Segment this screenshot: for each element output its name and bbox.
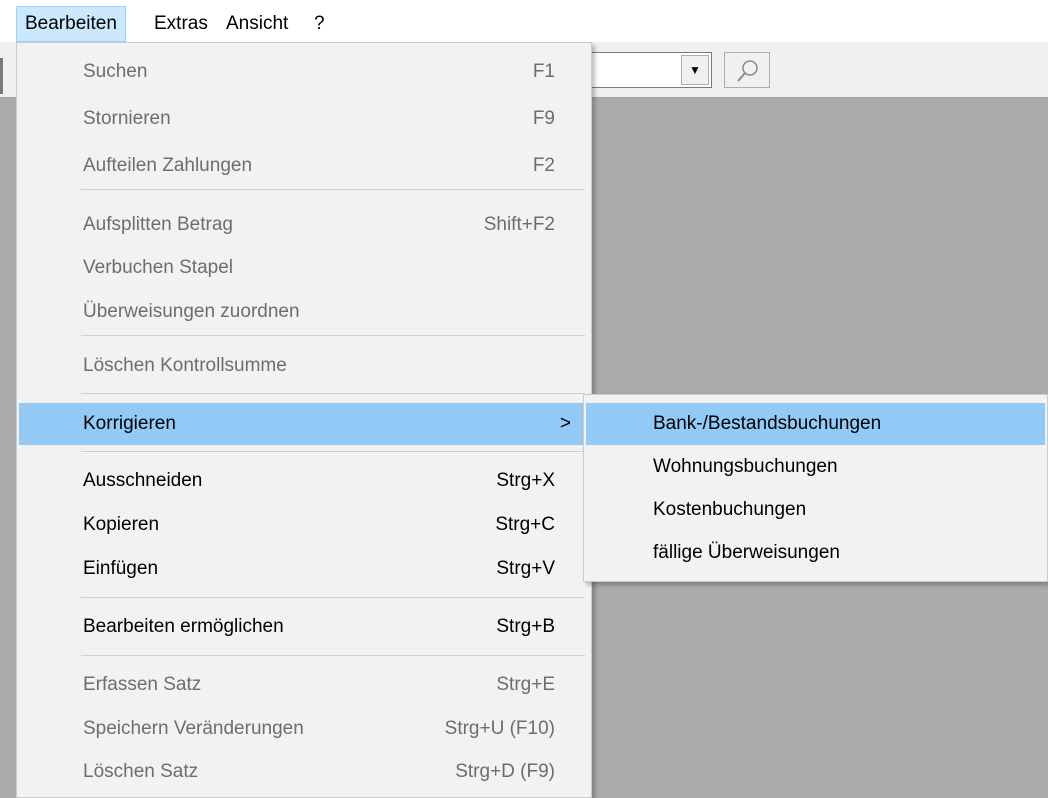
menu-item-speichern-veraenderungen[interactable]: Speichern Veränderungen Strg+U (F10): [19, 708, 589, 750]
search-button[interactable]: [724, 52, 770, 88]
menu-item-bearbeiten-ermoeglichen[interactable]: Bearbeiten ermöglichen Strg+B: [19, 606, 589, 648]
menu-item-label: Löschen Satz: [83, 761, 199, 782]
submenu-item-faellige-ueberweisungen[interactable]: fällige Überweisungen: [586, 532, 1045, 574]
korrigieren-submenu: Bank-/Bestandsbuchungen Wohnungsbuchunge…: [583, 394, 1048, 582]
submenu-item-label: fällige Überweisungen: [653, 542, 840, 563]
toolbar-combobox[interactable]: ▼: [590, 52, 712, 88]
chevron-right-icon: >: [559, 413, 571, 434]
menu-bearbeiten[interactable]: Bearbeiten: [16, 6, 126, 42]
menu-item-loeschen-kontrollsumme[interactable]: Löschen Kontrollsumme: [19, 345, 589, 387]
submenu-item-label: Wohnungsbuchungen: [653, 456, 838, 477]
menu-item-shortcut: F1: [532, 61, 555, 82]
menu-item-shortcut: F2: [532, 155, 555, 176]
menu-item-shortcut: F9: [532, 108, 555, 129]
menu-item-shortcut: Strg+B: [496, 616, 555, 637]
menu-item-ausschneiden[interactable]: Ausschneiden Strg+X: [19, 460, 589, 502]
menu-item-label: Kopieren: [83, 514, 160, 535]
menu-item-shortcut: Strg+D (F9): [455, 761, 555, 782]
menu-item-label: Stornieren: [83, 108, 171, 129]
submenu-item-wohnungsbuchungen[interactable]: Wohnungsbuchungen: [586, 446, 1045, 488]
submenu-item-label: Bank-/Bestandsbuchungen: [653, 413, 882, 434]
menu-item-einfuegen[interactable]: Einfügen Strg+V: [19, 548, 589, 590]
menu-item-label: Korrigieren: [83, 413, 176, 434]
menu-separator: [81, 597, 585, 598]
submenu-item-bank-bestandsbuchungen[interactable]: Bank-/Bestandsbuchungen: [586, 403, 1045, 445]
submenu-item-label: Kostenbuchungen: [653, 499, 807, 520]
menu-bar: Bearbeiten Extras Ansicht ?: [0, 0, 1048, 42]
menu-item-label: Einfügen: [83, 558, 159, 579]
menu-separator: [81, 189, 585, 190]
menu-ansicht[interactable]: Ansicht: [218, 6, 296, 42]
submenu-item-kostenbuchungen[interactable]: Kostenbuchungen: [586, 489, 1045, 531]
menu-item-shortcut: Shift+F2: [483, 214, 555, 235]
menu-separator: [81, 655, 585, 656]
menu-item-label: Suchen: [83, 61, 148, 82]
menu-item-verbuchen-stapel[interactable]: Verbuchen Stapel: [19, 247, 589, 289]
menu-item-shortcut: Strg+V: [496, 558, 555, 579]
menu-item-label: Erfassen Satz: [83, 674, 202, 695]
menu-item-korrigieren[interactable]: Korrigieren >: [19, 403, 589, 445]
menu-item-erfassen-satz[interactable]: Erfassen Satz Strg+E: [19, 664, 589, 706]
menu-item-label: Speichern Veränderungen: [83, 718, 304, 739]
magnifier-icon: [737, 60, 758, 82]
menu-separator: [81, 393, 585, 394]
menu-item-aufteilen-zahlungen[interactable]: Aufteilen Zahlungen F2: [19, 145, 589, 187]
menu-item-ueberweisungen-zuordnen[interactable]: Überweisungen zuordnen: [19, 291, 589, 333]
menu-item-loeschen-satz[interactable]: Löschen Satz Strg+D (F9): [19, 751, 589, 793]
menu-item-shortcut: Strg+X: [496, 470, 555, 491]
menu-separator: [81, 335, 585, 336]
menu-item-label: Verbuchen Stapel: [83, 257, 234, 278]
menu-item-suchen[interactable]: Suchen F1: [19, 51, 589, 93]
menu-item-shortcut: Strg+U (F10): [444, 718, 555, 739]
bearbeiten-menu: Suchen F1 Stornieren F9 Aufteilen Zahlun…: [16, 42, 592, 798]
dropdown-arrow-icon[interactable]: ▼: [681, 55, 709, 85]
menu-item-label: Ausschneiden: [83, 470, 203, 491]
menu-item-stornieren[interactable]: Stornieren F9: [19, 98, 589, 140]
menu-item-label: Überweisungen zuordnen: [83, 301, 300, 322]
menu-item-label: Aufsplitten Betrag: [83, 214, 233, 235]
toolbar-edge: [0, 58, 3, 94]
menu-separator: [81, 451, 585, 452]
menu-item-label: Aufteilen Zahlungen: [83, 155, 253, 176]
menu-help[interactable]: ?: [306, 6, 333, 42]
menu-item-label: Bearbeiten ermöglichen: [83, 616, 284, 637]
menu-item-shortcut: Strg+C: [495, 514, 555, 535]
menu-item-aufsplitten-betrag[interactable]: Aufsplitten Betrag Shift+F2: [19, 204, 589, 246]
menu-extras[interactable]: Extras: [146, 6, 216, 42]
menu-item-label: Löschen Kontrollsumme: [83, 355, 287, 376]
menu-item-shortcut: Strg+E: [496, 674, 555, 695]
menu-item-kopieren[interactable]: Kopieren Strg+C: [19, 504, 589, 546]
